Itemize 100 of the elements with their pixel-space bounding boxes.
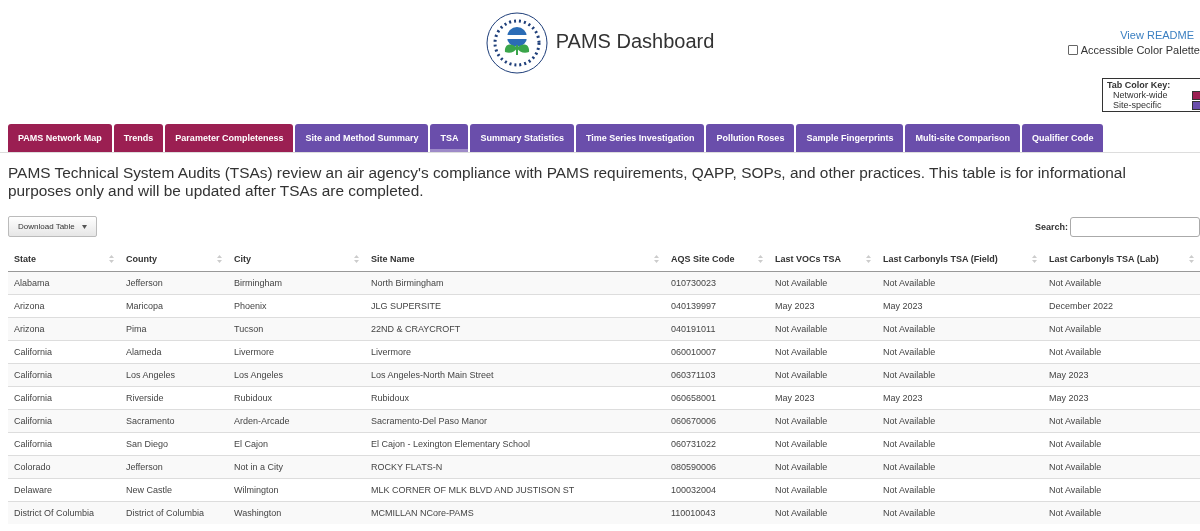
sort-icon xyxy=(654,255,659,263)
table-cell: Not Available xyxy=(1043,271,1200,295)
table-cell: San Diego xyxy=(120,432,228,456)
nav-tab[interactable]: Qualifier Code xyxy=(1021,124,1104,152)
table-cell: Livermore xyxy=(228,340,365,364)
table-cell: Not Available xyxy=(1043,340,1200,364)
table-cell: Jefferson xyxy=(120,455,228,479)
table-cell: Maricopa xyxy=(120,294,228,318)
table-cell: Not Available xyxy=(1043,501,1200,524)
nav-tab[interactable]: Multi-site Comparison xyxy=(905,124,1020,152)
download-button[interactable]: Download Table xyxy=(8,216,97,237)
sort-icon xyxy=(866,255,871,263)
table-cell: Not Available xyxy=(769,363,877,387)
table-cell: Not Available xyxy=(769,409,877,433)
table-cell: 080590006 xyxy=(665,455,769,479)
search-field[interactable] xyxy=(1070,216,1200,237)
table-cell: Tucson xyxy=(228,317,365,341)
column-header[interactable]: Last VOCs TSA xyxy=(769,247,877,272)
column-header[interactable]: City xyxy=(228,247,365,272)
table-cell: May 2023 xyxy=(1043,386,1200,410)
agency-seal-logo xyxy=(485,12,548,74)
table-cell: Delaware xyxy=(8,478,120,502)
table-cell: Not Available xyxy=(877,478,1043,502)
table-cell: May 2023 xyxy=(1043,363,1200,387)
color-key-label: Site-specific xyxy=(1113,100,1162,110)
palette-checkbox[interactable] xyxy=(1067,45,1078,55)
table-cell: California xyxy=(8,363,120,387)
table-cell: 060670006 xyxy=(665,409,769,433)
table-cell: Not in a City xyxy=(228,455,365,479)
table-cell: MCMILLAN NCore-PAMS xyxy=(365,501,665,524)
table-cell: May 2023 xyxy=(877,386,1043,410)
table-cell: 060658001 xyxy=(665,386,769,410)
table-cell: Not Available xyxy=(877,501,1043,524)
nav-tab[interactable]: TSA xyxy=(430,124,469,152)
table-cell: Los Angeles-North Main Street xyxy=(365,363,665,387)
nav-tab[interactable]: Sample Fingerprints xyxy=(796,124,904,152)
table-cell: 010730023 xyxy=(665,271,769,295)
table-cell: North Birmingham xyxy=(365,271,665,295)
table-cell: El Cajon xyxy=(228,432,365,456)
nav-tab[interactable]: PAMS Network Map xyxy=(8,124,112,152)
nav-tab[interactable]: Parameter Completeness xyxy=(165,124,294,152)
table-cell: May 2023 xyxy=(769,294,877,318)
table-cell: California xyxy=(8,432,120,456)
sort-icon xyxy=(758,255,763,263)
nav-tab[interactable]: Pollution Roses xyxy=(706,124,795,152)
table-cell: 060010007 xyxy=(665,340,769,364)
table-cell: Los Angeles xyxy=(228,363,365,387)
sort-icon xyxy=(354,255,359,263)
table-cell: California xyxy=(8,340,120,364)
table-cell: May 2023 xyxy=(877,294,1043,318)
table-cell: Not Available xyxy=(1043,455,1200,479)
table-cell: Alabama xyxy=(8,271,120,295)
readme-link[interactable]: View README xyxy=(1120,29,1200,41)
checkbox-label: Accessible Color Palette xyxy=(1080,44,1200,56)
table-cell: Colorado xyxy=(8,455,120,479)
table-cell: Arden-Arcade xyxy=(228,409,365,433)
column-header[interactable]: Last Carbonyls TSA (Lab) xyxy=(1043,247,1200,272)
table-cell: JLG SUPERSITE xyxy=(365,294,665,318)
table-cell: Sacramento-Del Paso Manor xyxy=(365,409,665,433)
table-cell: Arizona xyxy=(8,294,120,318)
table-cell: Not Available xyxy=(877,455,1043,479)
table-cell: Los Angeles xyxy=(120,363,228,387)
table-cell: Not Available xyxy=(1043,478,1200,502)
table-cell: Rubidoux xyxy=(228,386,365,410)
table-cell: Not Available xyxy=(1043,409,1200,433)
column-header[interactable]: AQS Site Code xyxy=(665,247,769,272)
nav-tab[interactable]: Summary Statistics xyxy=(470,124,574,152)
table-cell: 110010043 xyxy=(665,501,769,524)
color-key-label: Network-wide xyxy=(1113,90,1168,100)
sort-icon xyxy=(217,255,222,263)
table-cell: Phoenix xyxy=(228,294,365,318)
table-cell: Not Available xyxy=(1043,317,1200,341)
table-cell: California xyxy=(8,409,120,433)
table-cell: New Castle xyxy=(120,478,228,502)
table-cell: Birmingham xyxy=(228,271,365,295)
column-header[interactable]: Site Name xyxy=(365,247,665,272)
table-cell: Arizona xyxy=(8,317,120,341)
table-cell: Riverside xyxy=(120,386,228,410)
table-cell: 060731022 xyxy=(665,432,769,456)
table-cell: ROCKY FLATS-N xyxy=(365,455,665,479)
column-header[interactable]: Last Carbonyls TSA (Field) xyxy=(877,247,1043,272)
table-cell: Not Available xyxy=(877,409,1043,433)
nav-tab[interactable]: Site and Method Summary xyxy=(295,124,429,152)
nav-tab[interactable]: Trends xyxy=(113,124,164,152)
column-header[interactable]: County xyxy=(120,247,228,272)
table-cell: Not Available xyxy=(769,432,877,456)
description-text: PAMS Technical System Audits (TSAs) review an air agency's compliance with PAMS requirements, QAPP, SOPs, and other practices. This table is for informational purposes only and will be updated after TSAs are completed. xyxy=(8,164,1127,200)
table-cell: Not Available xyxy=(877,363,1043,387)
table-cell: December 2022 xyxy=(1043,294,1200,318)
dashboard-title: PAMS Dashboard xyxy=(555,30,715,53)
nav-tab[interactable]: Time Series Investigation xyxy=(576,124,705,152)
table-cell: 040191011 xyxy=(665,317,769,341)
table-cell: MLK CORNER OF MLK BLVD AND JUSTISON ST xyxy=(365,478,665,502)
table-cell: Sacramento xyxy=(120,409,228,433)
table-cell: Livermore xyxy=(365,340,665,364)
table-cell: District of Columbia xyxy=(120,501,228,524)
column-header[interactable]: State xyxy=(8,247,120,272)
sort-icon xyxy=(1032,255,1037,263)
table-cell: Jefferson xyxy=(120,271,228,295)
sort-icon xyxy=(109,255,114,263)
